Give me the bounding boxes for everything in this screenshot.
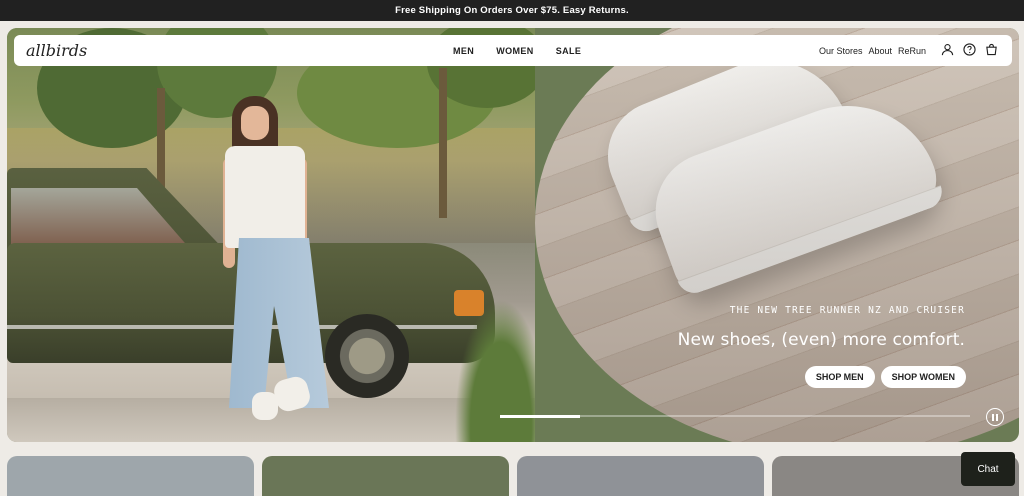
pause-icon	[992, 413, 994, 421]
secondary-nav: Our Stores About ReRun	[819, 35, 926, 66]
nav-about[interactable]: About	[868, 46, 892, 56]
hero-image-left	[7, 28, 535, 442]
announcement-text: Free Shipping On Orders Over $75. Easy R…	[395, 5, 629, 16]
nav-men[interactable]: MEN	[453, 46, 474, 56]
sneaker-image	[639, 80, 947, 298]
nav-our-stores[interactable]: Our Stores	[819, 46, 863, 56]
nav-sale[interactable]: SALE	[556, 46, 582, 56]
nav-women[interactable]: WOMEN	[496, 46, 534, 56]
hero-copy: THE NEW TREE RUNNER NZ AND CRUISER New s…	[678, 305, 965, 350]
hero-headline: New shoes, (even) more comfort.	[677, 330, 965, 350]
announcement-bar: Free Shipping On Orders Over $75. Easy R…	[0, 0, 1024, 21]
help-icon[interactable]	[963, 43, 976, 56]
nav-rerun[interactable]: ReRun	[898, 46, 926, 56]
hero-eyebrow: THE NEW TREE RUNNER NZ AND CRUISER	[729, 305, 965, 316]
primary-nav: MEN WOMEN SALE	[453, 35, 581, 66]
site-header: allbirds MEN WOMEN SALE Our Stores About…	[14, 35, 1012, 66]
cart-icon[interactable]	[985, 43, 998, 56]
chat-button[interactable]: Chat	[961, 452, 1015, 486]
allbirds-logo[interactable]: allbirds	[26, 41, 87, 60]
shop-women-button[interactable]: SHOP WOMEN	[880, 366, 966, 388]
category-card[interactable]	[517, 456, 764, 496]
category-card[interactable]	[7, 456, 254, 496]
category-card[interactable]	[262, 456, 509, 496]
user-icon[interactable]	[941, 43, 954, 56]
pause-button[interactable]	[986, 408, 1004, 426]
shop-men-button[interactable]: SHOP MEN	[804, 366, 875, 388]
slide-progress[interactable]	[500, 415, 970, 418]
slide-progress-fill	[500, 415, 580, 418]
